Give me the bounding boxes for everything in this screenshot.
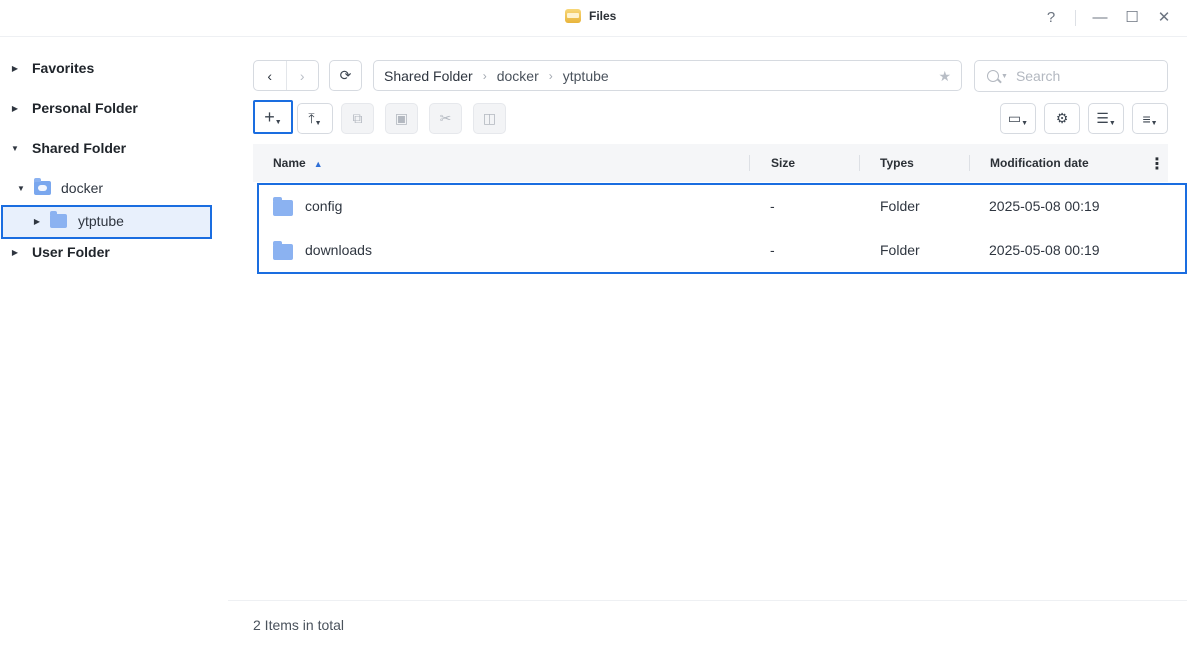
sort-button[interactable]: ≡ ▼ — [1132, 103, 1168, 134]
paste-icon: ▣ — [394, 110, 409, 126]
sidebar-item-label: Personal Folder — [32, 100, 138, 116]
paste-button[interactable]: ▣ — [385, 103, 418, 134]
file-modified: 2025-05-08 00:19 — [989, 242, 1100, 258]
search-box[interactable]: ▼ — [974, 60, 1168, 92]
refresh-icon: ⟳ — [339, 67, 352, 83]
caret-down-icon[interactable]: ▼ — [10, 144, 20, 153]
maximize-icon[interactable]: ☐ — [1122, 8, 1142, 28]
table-row[interactable]: downloads - Folder 2025-05-08 00:19 — [253, 228, 1168, 272]
sidebar: ▶ Favorites ▶ Personal Folder ▼ Shared F… — [0, 38, 228, 645]
file-size: - — [770, 242, 775, 258]
caret-down-icon[interactable]: ▼ — [16, 184, 26, 193]
chevron-down-icon: ▼ — [314, 120, 322, 127]
chevron-down-icon: ▼ — [1150, 120, 1158, 127]
title-divider — [1075, 10, 1076, 26]
sort-icon: ≡ — [1142, 110, 1151, 127]
sidebar-item-label: User Folder — [32, 244, 110, 260]
cut-icon: ✂ — [439, 110, 452, 126]
sidebar-item-personal-folder[interactable]: ▶ Personal Folder — [0, 93, 228, 123]
cut-button[interactable]: ✂ — [429, 103, 462, 134]
sidebar-item-docker[interactable]: ▼ docker — [0, 173, 228, 203]
column-header-modified[interactable]: Modification date — [990, 156, 1089, 170]
copy-icon: ⧉ — [352, 110, 363, 126]
forward-button[interactable]: › — [285, 61, 319, 90]
column-divider[interactable] — [859, 155, 860, 171]
file-type: Folder — [880, 242, 920, 258]
history-nav: ‹ › — [253, 60, 319, 91]
table-header: Name ▲ Size Types Modification date ⋮ — [253, 144, 1168, 182]
sidebar-item-user-folder[interactable]: ▶ User Folder — [0, 237, 228, 267]
search-icon — [987, 70, 999, 82]
caret-right-icon[interactable]: ▶ — [10, 248, 20, 257]
sidebar-item-label: ytptube — [78, 213, 124, 229]
column-divider[interactable] — [969, 155, 970, 171]
briefcase-icon: ▭ — [1007, 110, 1022, 126]
status-bar: 2 Items in total — [228, 600, 1187, 645]
table-row[interactable]: config - Folder 2025-05-08 00:19 — [253, 184, 1168, 228]
window-title: Files — [589, 9, 617, 23]
copy-button[interactable]: ⧉ — [341, 103, 374, 134]
app-title: Files — [565, 9, 616, 23]
favorite-star-icon[interactable]: ★ — [938, 68, 951, 85]
back-button[interactable]: ‹ — [254, 61, 286, 90]
file-size: - — [770, 198, 775, 214]
folder-icon — [50, 211, 67, 228]
chevron-down-icon: ▼ — [1108, 120, 1116, 127]
gear-icon: ⚙ — [1055, 110, 1069, 126]
refresh-button[interactable]: ⟳ — [329, 60, 362, 91]
file-modified: 2025-05-08 00:19 — [989, 198, 1100, 214]
column-label: Name — [273, 156, 306, 170]
rename-icon: ◫ — [482, 110, 497, 126]
item-count: 2 Items in total — [253, 617, 345, 633]
help-icon[interactable]: ? — [1041, 8, 1061, 28]
folder-icon — [273, 241, 293, 260]
caret-right-icon[interactable]: ▶ — [10, 64, 20, 73]
shared-folder-icon — [34, 178, 51, 195]
sidebar-item-shared-folder[interactable]: ▼ Shared Folder — [0, 133, 228, 163]
caret-right-icon[interactable]: ▶ — [32, 217, 42, 226]
column-divider[interactable] — [749, 155, 750, 171]
create-button[interactable]: + ▼ — [253, 100, 293, 134]
sidebar-item-ytptube[interactable]: ▶ ytptube — [0, 206, 228, 236]
file-name[interactable]: downloads — [305, 242, 372, 258]
chevron-down-icon: ▼ — [1001, 72, 1008, 80]
file-type: Folder — [880, 198, 920, 214]
plus-icon: + — [264, 106, 275, 127]
action-menu-button[interactable]: ▭ ▼ — [1000, 103, 1036, 134]
title-bar: Files ? — ☐ ✕ — [0, 0, 1187, 37]
breadcrumb-item[interactable]: ytptube — [563, 68, 609, 84]
file-name[interactable]: config — [305, 198, 342, 214]
caret-right-icon[interactable]: ▶ — [10, 104, 20, 113]
search-input[interactable] — [1015, 68, 1156, 84]
upload-button[interactable]: ⤒ ▼ — [297, 103, 333, 134]
rename-button[interactable]: ◫ — [473, 103, 506, 134]
breadcrumb-item[interactable]: docker — [497, 68, 539, 84]
view-mode-button[interactable]: ☰ ▼ — [1088, 103, 1124, 134]
breadcrumb-item[interactable]: Shared Folder — [384, 68, 473, 84]
more-options-icon[interactable]: ⋮ — [1149, 154, 1165, 174]
breadcrumb[interactable]: Shared Folder › docker › ytptube ★ — [373, 60, 962, 91]
list-view-icon: ☰ — [1096, 110, 1109, 126]
folder-icon — [273, 197, 293, 216]
sidebar-item-label: docker — [61, 180, 104, 196]
files-app-icon — [565, 9, 581, 23]
sidebar-item-label: Shared Folder — [32, 140, 127, 156]
close-icon[interactable]: ✕ — [1154, 8, 1174, 28]
sidebar-item-favorites[interactable]: ▶ Favorites — [0, 53, 228, 83]
chevron-right-icon: › — [548, 68, 553, 83]
column-header-size[interactable]: Size — [771, 156, 795, 170]
chevron-down-icon: ▼ — [1021, 120, 1029, 127]
column-header-name[interactable]: Name ▲ — [273, 156, 323, 170]
sort-ascending-icon[interactable]: ▲ — [314, 159, 323, 169]
chevron-right-icon: › — [482, 68, 487, 83]
sidebar-item-label: Favorites — [32, 60, 95, 76]
minimize-icon[interactable]: — — [1090, 8, 1110, 28]
chevron-down-icon: ▼ — [274, 118, 282, 126]
column-header-types[interactable]: Types — [880, 156, 914, 170]
settings-button[interactable]: ⚙ — [1044, 103, 1080, 134]
